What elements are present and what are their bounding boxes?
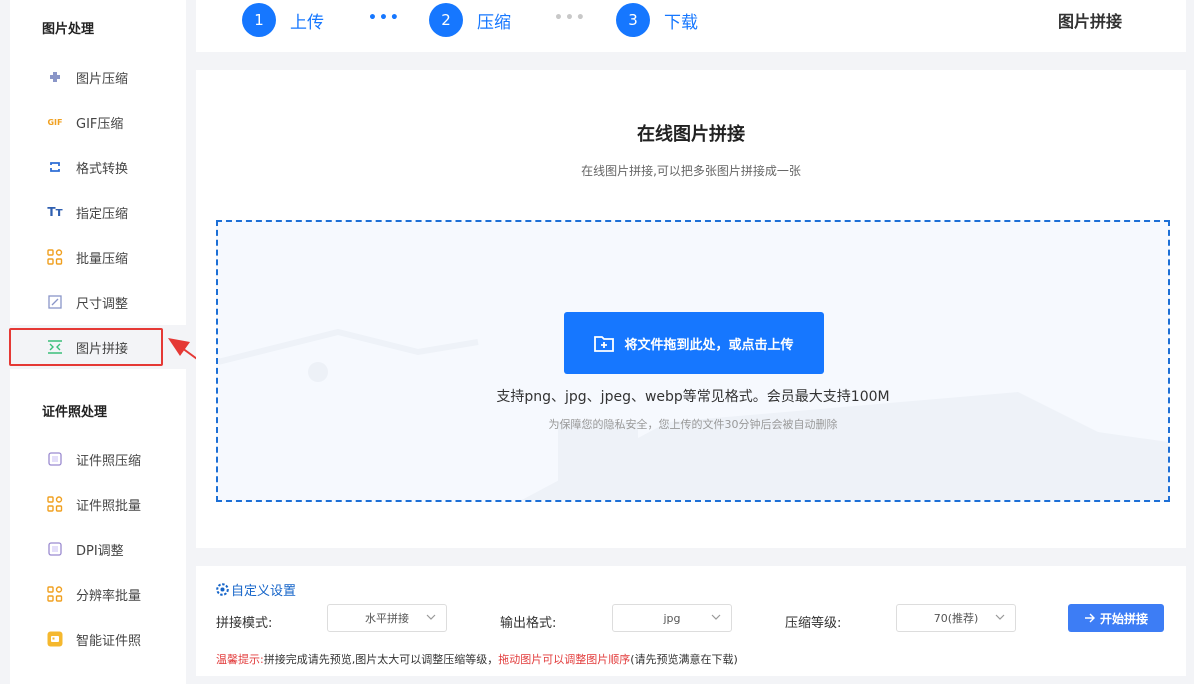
sidebar-item-label: DPI调整 — [76, 543, 124, 559]
level-select-value: 70(推荐) — [933, 612, 979, 625]
sidebar-item-batch-compress[interactable]: 批量压缩 — [10, 235, 186, 279]
convert-icon — [46, 158, 64, 176]
sidebar-item-label: 分辨率批量 — [76, 588, 142, 604]
page-title: 图片拼接 — [1057, 12, 1122, 31]
sidebar-item-label: 格式转换 — [76, 161, 129, 177]
folder-plus-icon — [594, 336, 615, 352]
sidebar-item-label: 批量压缩 — [76, 251, 129, 267]
format-select-value: jpg — [663, 611, 681, 625]
step-header: 1 上传 ••• 2 压缩 ••• 3 下载 图片拼接 — [196, 0, 1186, 52]
puzzle-icon — [46, 68, 64, 86]
mode-select[interactable]: 水平拼接 — [327, 604, 447, 632]
chevron-down-icon — [995, 614, 1005, 620]
highlight-box — [9, 328, 163, 366]
chevron-down-icon — [426, 614, 436, 620]
tip-prefix: 温馨提示: — [216, 653, 264, 666]
step-number: 1 — [242, 3, 276, 37]
sidebar-item-dpi-adjust[interactable]: DPI调整 — [10, 527, 186, 571]
step-download: 3 下载 — [616, 3, 698, 37]
step-compress: 2 压缩 — [429, 3, 511, 37]
grid-icon — [46, 248, 64, 266]
main-subtitle: 在线图片拼接,可以把多张图片拼接成一张 — [581, 164, 801, 178]
text-icon: Tт — [47, 205, 63, 219]
grid-icon — [46, 495, 64, 513]
sidebar-item-idphoto-batch[interactable]: 证件照批量 — [10, 482, 186, 526]
settings-panel: 自定义设置 拼接模式: 水平拼接 输出格式: jpg 压缩等级: 70(推荐) … — [196, 566, 1186, 676]
sidebar-item-label: 证件照批量 — [76, 498, 142, 514]
sidebar-item-label: 尺寸调整 — [76, 296, 129, 312]
sidebar-item-smart-idphoto[interactable]: 智能证件照 — [10, 617, 186, 661]
sidebar-item-resolution-batch[interactable]: 分辨率批量 — [10, 572, 186, 616]
sidebar-item-gif-compress[interactable]: GIF GIF压缩 — [10, 100, 186, 144]
format-label: 输出格式: — [500, 616, 557, 631]
sidebar-section-idphoto: 证件照处理 — [42, 405, 108, 420]
main-title: 在线图片拼接 — [637, 124, 745, 145]
step-upload: 1 上传 — [242, 3, 324, 37]
mode-label: 拼接模式: — [216, 616, 273, 631]
tip-part2: (请先预览满意在下载) — [630, 653, 738, 666]
sidebar-item-idphoto-compress[interactable]: 证件照压缩 — [10, 437, 186, 481]
chevron-down-icon — [711, 614, 721, 620]
supported-formats: 支持png、jpg、jpeg、webp等常见格式。会员最大支持100M — [496, 389, 890, 405]
start-stitch-label: 开始拼接 — [1099, 611, 1148, 626]
sidebar-item-resize[interactable]: 尺寸调整 — [10, 280, 186, 324]
settings-title: 自定义设置 — [216, 580, 296, 599]
step-label: 压缩 — [477, 12, 511, 33]
upload-dropzone[interactable]: 将文件拖到此处，或点击上传 支持png、jpg、jpeg、webp等常见格式。会… — [216, 220, 1170, 502]
main-panel: 在线图片拼接 在线图片拼接,可以把多张图片拼接成一张 将文件拖到此处，或点击上传… — [196, 70, 1186, 548]
level-select[interactable]: 70(推荐) — [896, 604, 1016, 632]
step-number: 3 — [616, 3, 650, 37]
sidebar-section-image: 图片处理 — [42, 22, 95, 37]
arrow-right-icon — [1084, 613, 1095, 623]
sidebar-item-label: 证件照压缩 — [76, 453, 142, 469]
dpi-icon — [46, 540, 64, 558]
start-stitch-button[interactable]: 开始拼接 — [1068, 604, 1164, 632]
resize-icon — [46, 293, 64, 311]
grid-icon — [46, 585, 64, 603]
step-number: 2 — [429, 3, 463, 37]
sidebar-item-target-compress[interactable]: Tт 指定压缩 — [10, 190, 186, 234]
settings-row: 拼接模式: 水平拼接 输出格式: jpg 压缩等级: 70(推荐) 开始拼接 — [196, 604, 1186, 634]
sidebar-item-image-compress[interactable]: 图片压缩 — [10, 55, 186, 99]
mode-select-value: 水平拼接 — [365, 612, 409, 625]
tip-text: 温馨提示:拼接完成请先预览,图片太大可以调整压缩等级，拖动图片可以调整图片顺序(… — [216, 651, 738, 667]
sidebar-item-label: 指定压缩 — [76, 206, 129, 222]
gear-icon — [216, 583, 229, 596]
step-dots: ••• — [368, 10, 401, 26]
sidebar-item-label: GIF压缩 — [76, 116, 124, 132]
upload-button-label: 将文件拖到此处，或点击上传 — [624, 337, 794, 353]
idphoto-icon — [46, 450, 64, 468]
format-select[interactable]: jpg — [612, 604, 732, 632]
step-dots: ••• — [554, 10, 587, 26]
sidebar-item-label: 智能证件照 — [76, 633, 142, 649]
level-label: 压缩等级: — [785, 616, 842, 631]
id-card-icon — [46, 630, 64, 648]
sidebar-item-format-convert[interactable]: 格式转换 — [10, 145, 186, 189]
upload-button[interactable]: 将文件拖到此处，或点击上传 — [564, 312, 824, 374]
tip-red: 拖动图片可以调整图片顺序 — [498, 653, 631, 666]
settings-title-label: 自定义设置 — [231, 584, 297, 599]
step-label: 下载 — [664, 12, 698, 33]
gif-icon: GIF — [47, 117, 63, 127]
tip-part1: 拼接完成请先预览,图片太大可以调整压缩等级， — [263, 653, 499, 666]
sidebar-item-label: 图片压缩 — [76, 71, 129, 87]
privacy-note: 为保障您的隐私安全，您上传的文件30分钟后会被自动删除 — [548, 418, 838, 431]
step-label: 上传 — [290, 12, 324, 33]
